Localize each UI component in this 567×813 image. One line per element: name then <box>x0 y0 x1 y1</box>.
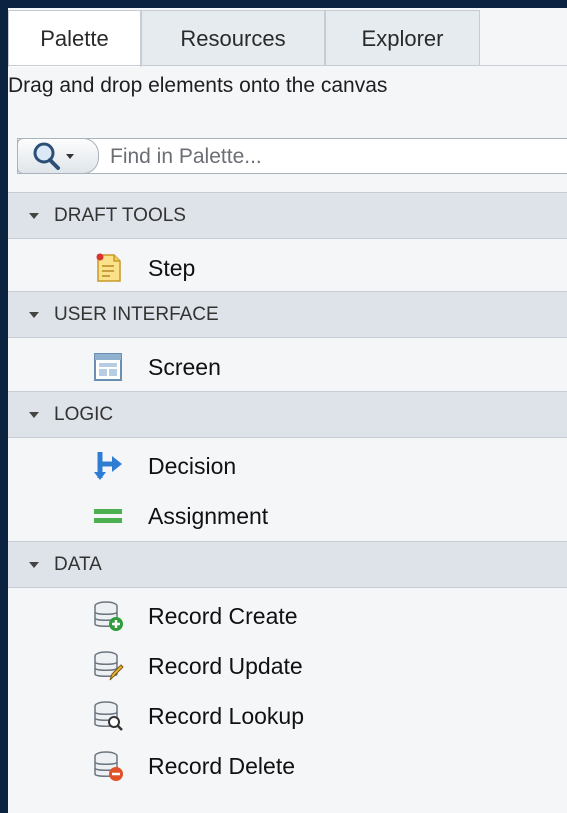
palette-item-step[interactable]: Step <box>8 244 567 292</box>
collapse-caret-icon <box>29 213 39 219</box>
record-delete-icon <box>94 751 123 781</box>
tab-divider <box>8 65 567 66</box>
palette-item-record-create[interactable]: Record Create <box>8 592 567 640</box>
step-note-icon <box>96 253 121 282</box>
record-create-icon <box>94 601 123 631</box>
section-logic[interactable]: LOGIC <box>8 391 567 438</box>
palette-hint: Drag and drop elements onto the canvas <box>8 74 388 97</box>
item-label: Assignment <box>148 503 269 529</box>
tab-palette[interactable]: Palette <box>8 10 141 67</box>
item-label: Decision <box>148 453 237 479</box>
item-label: Record Lookup <box>148 703 304 729</box>
item-label: Screen <box>148 354 221 380</box>
tab-bar: Palette Resources Explorer <box>8 8 567 67</box>
search-icon <box>33 142 74 170</box>
item-label: Record Delete <box>148 753 296 779</box>
item-label: Step <box>148 255 196 281</box>
palette-item-record-update[interactable]: Record Update <box>8 642 567 690</box>
section-title: USER INTERFACE <box>54 304 219 325</box>
section-title: LOGIC <box>54 404 114 425</box>
decision-arrow-icon <box>94 452 122 480</box>
item-label: Record Update <box>148 653 303 679</box>
tab-resources[interactable]: Resources <box>141 10 325 65</box>
palette-item-screen[interactable]: Screen <box>8 343 567 391</box>
collapse-caret-icon <box>29 312 39 318</box>
section-draft-tools[interactable]: DRAFT TOOLS <box>8 192 567 239</box>
search-input[interactable] <box>108 141 567 173</box>
palette-item-assignment[interactable]: Assignment <box>8 492 567 540</box>
section-title: DRAFT TOOLS <box>54 205 186 226</box>
item-label: Record Create <box>148 603 298 629</box>
search-options-button[interactable] <box>17 138 99 174</box>
palette-item-decision[interactable]: Decision <box>8 442 567 490</box>
search-box <box>17 138 567 174</box>
record-lookup-icon <box>94 701 123 731</box>
palette-item-record-lookup[interactable]: Record Lookup <box>8 692 567 740</box>
section-data[interactable]: DATA <box>8 541 567 588</box>
section-title: DATA <box>54 554 102 575</box>
screen-icon <box>94 353 122 381</box>
tab-explorer[interactable]: Explorer <box>325 10 480 65</box>
section-user-interface[interactable]: USER INTERFACE <box>8 291 567 338</box>
collapse-caret-icon <box>29 412 39 418</box>
palette-item-record-delete[interactable]: Record Delete <box>8 742 567 790</box>
assignment-equals-icon <box>94 509 122 523</box>
collapse-caret-icon <box>29 562 39 568</box>
record-update-icon <box>94 651 124 681</box>
palette-panel: Palette Resources Explorer Drag and drop… <box>8 8 567 813</box>
